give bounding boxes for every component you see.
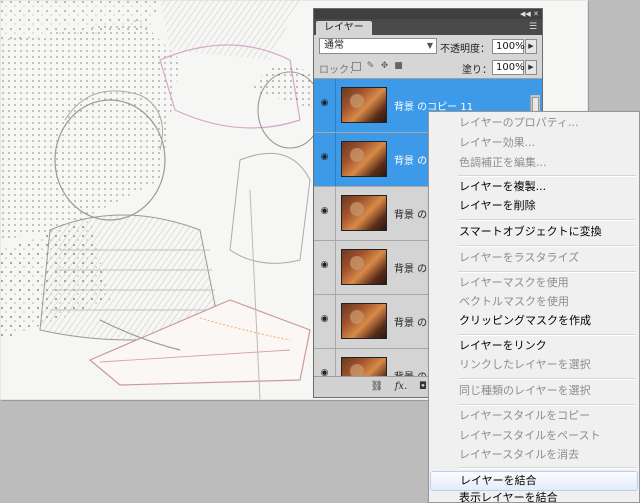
- layer-thumbnail: [341, 195, 387, 231]
- layer-thumbnail: [341, 141, 387, 177]
- blend-mode-value: 通常: [324, 40, 344, 51]
- menu-item-enable-layer-mask[interactable]: レイヤーマスクを使用: [430, 273, 638, 293]
- menu-separator: [458, 245, 636, 247]
- menu-item-create-clipping-mask[interactable]: クリッピングマスクを作成: [430, 311, 638, 331]
- tab-layers[interactable]: レイヤー: [316, 21, 372, 35]
- opacity-input[interactable]: 100%: [492, 39, 525, 54]
- eye-icon: ◉: [320, 98, 329, 108]
- menu-item-clear-layer-style[interactable]: レイヤースタイルを消去: [430, 445, 638, 465]
- eye-icon: ◉: [320, 260, 329, 270]
- menu-item-merge-layers[interactable]: レイヤーを結合: [430, 471, 638, 491]
- move-icon[interactable]: ✥: [380, 62, 389, 71]
- visibility-toggle[interactable]: ◉: [314, 133, 336, 186]
- lock-icon[interactable]: ■: [394, 62, 403, 71]
- menu-item-delete-layer[interactable]: レイヤーを削除: [430, 196, 638, 216]
- visibility-toggle[interactable]: ◉: [314, 187, 336, 240]
- menu-item-convert-smart-object[interactable]: スマートオブジェクトに変換: [430, 222, 638, 242]
- menu-item-select-linked-layers[interactable]: リンクしたレイヤーを選択: [430, 355, 638, 375]
- panel-title-bar[interactable]: ◀◀ ✕: [314, 9, 542, 19]
- lock-transparency-icon[interactable]: [352, 62, 361, 71]
- layer-thumbnail: [341, 249, 387, 285]
- fill-label: 塗り：: [462, 65, 492, 76]
- menu-item-paste-layer-style[interactable]: レイヤースタイルをペースト: [430, 426, 638, 446]
- opacity-slider-toggle[interactable]: ▶: [525, 39, 537, 54]
- menu-item-edit-adjustment[interactable]: 色調補正を編集...: [430, 153, 638, 173]
- fx-icon[interactable]: fx.: [394, 380, 408, 394]
- close-icon[interactable]: ✕: [533, 9, 539, 19]
- menu-item-layer-effects[interactable]: レイヤー効果...: [430, 133, 638, 153]
- double-arrow-icon[interactable]: ◀◀: [520, 9, 531, 19]
- layer-thumbnail: [341, 303, 387, 339]
- visibility-toggle[interactable]: ◉: [314, 349, 336, 379]
- lock-row: ロック： ✎ ✥ ■ 塗り： 100% ▶: [314, 57, 542, 77]
- panel-tab-row: レイヤー ☰: [314, 19, 542, 35]
- menu-item-copy-layer-style[interactable]: レイヤースタイルをコピー: [430, 406, 638, 426]
- menu-item-enable-vector-mask[interactable]: ベクトルマスクを使用: [430, 292, 638, 312]
- visibility-toggle[interactable]: ◉: [314, 241, 336, 294]
- visibility-toggle[interactable]: ◉: [314, 295, 336, 348]
- brush-icon[interactable]: ✎: [366, 62, 375, 71]
- eye-icon: ◉: [320, 206, 329, 216]
- menu-separator: [458, 219, 636, 221]
- menu-separator: [458, 378, 636, 380]
- menu-item-layer-properties[interactable]: レイヤーのプロパティ...: [430, 113, 638, 133]
- link-icon[interactable]: ⛓: [370, 380, 384, 394]
- fill-input[interactable]: 100%: [492, 60, 525, 75]
- visibility-toggle[interactable]: ◉: [314, 79, 336, 132]
- menu-separator: [458, 467, 636, 469]
- eye-icon: ◉: [320, 152, 329, 162]
- menu-item-merge-visible[interactable]: 表示レイヤーを結合: [430, 489, 638, 502]
- menu-item-link-layers[interactable]: レイヤーをリンク: [430, 336, 638, 356]
- layer-context-menu: レイヤーのプロパティ... レイヤー効果... 色調補正を編集... レイヤーを…: [428, 111, 640, 503]
- chevron-down-icon: ▼: [426, 41, 433, 50]
- opacity-label: 不透明度：: [440, 44, 490, 55]
- menu-item-duplicate-layer[interactable]: レイヤーを複製...: [430, 177, 638, 197]
- layer-thumbnail: [341, 87, 387, 123]
- eye-icon: ◉: [320, 314, 329, 324]
- menu-item-rasterize-layer[interactable]: レイヤーをラスタライズ: [430, 248, 638, 268]
- blend-mode-select[interactable]: 通常 ▼: [319, 38, 437, 54]
- panel-menu-icon[interactable]: ☰: [527, 21, 539, 33]
- blend-row: 通常 ▼ 不透明度： 100% ▶: [314, 35, 542, 57]
- fill-slider-toggle[interactable]: ▶: [525, 60, 537, 75]
- menu-item-select-similar-layers[interactable]: 同じ種類のレイヤーを選択: [430, 381, 638, 401]
